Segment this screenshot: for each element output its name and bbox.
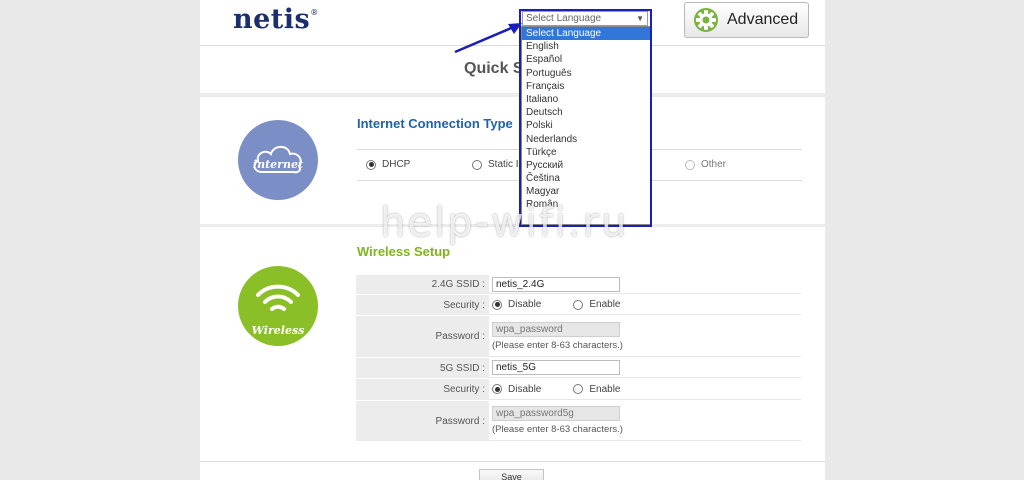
security5-label: Security : [356, 379, 489, 400]
wifi-icon [256, 284, 300, 311]
language-option[interactable]: Polski [522, 119, 650, 132]
wireless-icon-label: Wireless [251, 323, 305, 337]
language-option[interactable]: Român [522, 198, 650, 211]
language-option[interactable]: Русский [522, 159, 650, 172]
dhcp-radio[interactable]: DHCP [366, 159, 410, 170]
disable-label: Disable [508, 383, 542, 395]
radio-checked-icon [492, 384, 502, 394]
security24-disable-radio[interactable]: Disable [492, 299, 541, 310]
wireless-settings-table: 2.4G SSID : netis_2.4G Security : Disabl… [356, 275, 801, 442]
ssid24-label: 2.4G SSID : [356, 275, 489, 294]
advanced-button[interactable]: Advanced [684, 2, 809, 38]
other-radio[interactable]: Other [685, 159, 726, 170]
chevron-down-icon: ▼ [636, 14, 644, 23]
enable-label: Enable [589, 299, 621, 310]
language-option[interactable]: Português [522, 67, 650, 80]
password24-label: Password : [356, 316, 489, 357]
language-option[interactable]: Čeština [522, 172, 650, 185]
static-ip-label: Static IP [488, 159, 526, 170]
password24-cell: wpa_password (Please enter 8-63 characte… [489, 316, 801, 357]
security5-disable-radio[interactable]: Disable [492, 384, 541, 395]
security24-enable-radio[interactable]: Enable [573, 299, 621, 310]
wireless-icon: Wireless [238, 266, 318, 346]
password5-input[interactable]: wpa_password5g [492, 406, 620, 421]
language-select[interactable]: Select Language ▼ [522, 11, 648, 26]
radio-unchecked-icon [573, 384, 584, 394]
netis-logo: netis® [233, 4, 319, 35]
table-row: Security : Disable Enable [356, 295, 801, 316]
internet-icon: internet [238, 120, 318, 200]
security24-label: Security : [356, 295, 489, 315]
dhcp-label: DHCP [382, 159, 411, 170]
security5-enable-radio[interactable]: Enable [573, 383, 621, 395]
internet-section-title: Internet Connection Type [357, 116, 513, 131]
enable-label: Enable [589, 383, 621, 395]
language-option[interactable]: English [522, 40, 650, 53]
page-title: Quick S [464, 60, 524, 77]
language-dropdown-list: Select Language English Español Português Fr… [521, 26, 651, 225]
divider [200, 461, 825, 462]
language-option[interactable]: Magyar [522, 185, 650, 198]
wireless-section-title: Wireless Setup [357, 244, 451, 259]
radio-checked-icon [366, 159, 376, 170]
static-ip-radio[interactable]: Static IP [472, 159, 525, 170]
radio-unchecked-icon [573, 299, 584, 310]
radio-unchecked-icon [472, 159, 482, 170]
ssid5-input[interactable]: netis_5G [492, 360, 620, 375]
section-divider [200, 224, 825, 227]
language-option[interactable]: Italiano [522, 93, 650, 106]
password5-cell: wpa_password5g (Please enter 8-63 charac… [489, 401, 801, 441]
section-divider [200, 93, 825, 97]
security24-cell: Disable Enable [489, 295, 801, 315]
password5-label: Password : [356, 401, 489, 441]
ssid5-label: 5G SSID : [356, 358, 489, 378]
table-row: 2.4G SSID : netis_2.4G [356, 275, 801, 295]
radio-checked-icon [492, 299, 502, 310]
language-option[interactable]: Français [522, 80, 650, 93]
annotation-arrow-icon [454, 23, 522, 54]
internet-icon-label: internet [252, 157, 304, 171]
language-option[interactable]: Español [522, 53, 650, 66]
password24-hint: (Please enter 8-63 characters.) [492, 339, 623, 351]
password24-input[interactable]: wpa_password [492, 321, 620, 337]
radio-unchecked-icon [685, 159, 695, 170]
language-option[interactable]: Deutsch [522, 106, 650, 119]
language-option[interactable]: Select Language [522, 27, 650, 41]
advanced-label: Advanced [727, 11, 799, 28]
language-option[interactable]: Türkçe [522, 146, 650, 159]
password5-hint: (Please enter 8-63 characters.) [492, 424, 623, 435]
gear-icon [694, 8, 718, 32]
table-row: Security : Disable Enable [356, 379, 801, 401]
disable-label: Disable [508, 299, 542, 310]
ssid24-input[interactable]: netis_2.4G [492, 276, 620, 292]
language-option[interactable]: Nederlands [522, 133, 650, 146]
security5-cell: Disable Enable [489, 379, 801, 400]
save-button[interactable]: Save [479, 469, 544, 480]
table-row: 5G SSID : netis_5G [356, 358, 801, 379]
language-select-value: Select Language [526, 13, 602, 24]
table-row: Password : wpa_password (Please enter 8-… [356, 316, 801, 358]
table-row: Password : wpa_password5g (Please enter … [356, 401, 801, 442]
other-label: Other [701, 159, 727, 170]
ssid5-cell: netis_5G [489, 358, 801, 378]
ssid24-cell: netis_2.4G [489, 275, 801, 294]
